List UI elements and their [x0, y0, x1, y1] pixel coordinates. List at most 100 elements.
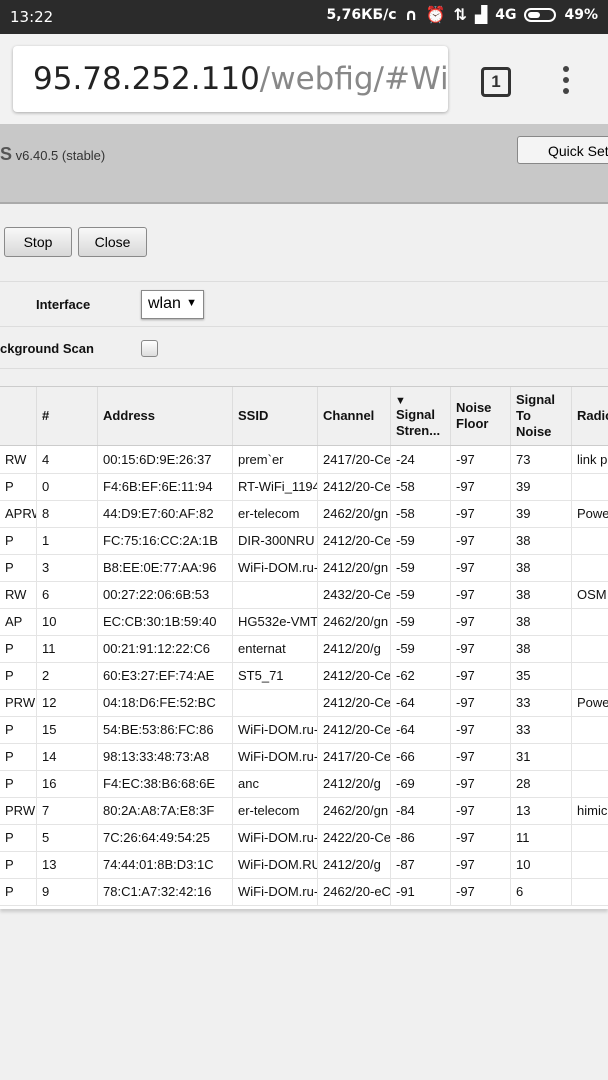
cell-signal-to-noise: 38	[511, 608, 572, 635]
table-row[interactable]: P 3 B8:EE:0E:77:AA:96 WiFi-DOM.ru- 2412/20/g…	[0, 554, 608, 582]
cell-signal-strength: -24	[391, 446, 451, 473]
cell-number: 14	[37, 743, 98, 770]
cell-radio-name: himic	[572, 797, 608, 824]
cell-ssid: er-telecom	[233, 500, 318, 527]
quick-set-button[interactable]: Quick Set	[517, 136, 608, 164]
cell-noise-floor: -97	[451, 797, 511, 824]
table-row[interactable]: P 1 FC:75:16:CC:2A:1B DIR-300NRU 2412/20-Ce -…	[0, 527, 608, 555]
cell-flags: P	[0, 473, 37, 500]
interface-value: wlan	[148, 295, 181, 312]
cell-address: B8:EE:0E:77:AA:96	[98, 554, 233, 581]
table-row[interactable]: P 5 7C:26:64:49:54:25 WiFi-DOM.ru- 2422/20-C…	[0, 824, 608, 852]
signal-icon: ▟	[474, 5, 488, 24]
cell-signal-strength: -91	[391, 878, 451, 905]
cell-signal-to-noise: 38	[511, 581, 572, 608]
col-channel[interactable]: Channel	[318, 387, 391, 445]
divider	[0, 368, 608, 369]
cell-signal-strength: -59	[391, 527, 451, 554]
table-row[interactable]: P 15 54:BE:53:86:FC:86 WiFi-DOM.ru- 2412/20-…	[0, 716, 608, 744]
col-number[interactable]: #	[37, 387, 98, 445]
cell-noise-floor: -97	[451, 473, 511, 500]
table-row[interactable]: PRW 12 04:18:D6:FE:52:BC 2412/20-Ce -64 -97 33…	[0, 689, 608, 717]
divider	[0, 281, 608, 282]
cell-flags: P	[0, 716, 37, 743]
col-address[interactable]: Address	[98, 387, 233, 445]
table-row[interactable]: RW 4 00:15:6D:9E:26:37 prem`er 2417/20-Ce -24…	[0, 446, 608, 474]
cell-channel: 2412/20-Ce	[318, 689, 391, 716]
cell-radio-name	[572, 743, 608, 770]
url-path: /webfig/#Wirel	[259, 61, 448, 97]
close-button[interactable]: Close	[78, 227, 147, 257]
tab-switcher-button[interactable]: 1	[481, 67, 511, 97]
cell-signal-to-noise: 13	[511, 797, 572, 824]
cell-number: 5	[37, 824, 98, 851]
cell-signal-strength: -86	[391, 824, 451, 851]
url-text[interactable]: 95.78.252.110/webfig/#Wirel	[33, 61, 448, 97]
cell-number: 6	[37, 581, 98, 608]
status-time: 13:22	[10, 8, 54, 26]
sort-desc-icon: ▼	[395, 395, 406, 407]
cell-number: 15	[37, 716, 98, 743]
cell-signal-to-noise: 39	[511, 473, 572, 500]
col-radio-name[interactable]: Radio	[572, 387, 608, 445]
table-row[interactable]: P 11 00:21:91:12:22:C6 enternat 2412/20/g -59…	[0, 635, 608, 663]
overflow-menu-icon[interactable]	[560, 66, 572, 100]
table-row[interactable]: P 16 F4:EC:38:B6:68:6E anc 2412/20/g -69 -97 28	[0, 770, 608, 798]
cell-radio-name: Powe	[572, 500, 608, 527]
cell-address: 80:2A:A8:7A:E8:3F	[98, 797, 233, 824]
cell-flags: AP	[0, 608, 37, 635]
col-signal-strength[interactable]: ▼ Signal Stren...	[391, 387, 451, 445]
cell-signal-strength: -87	[391, 851, 451, 878]
cell-signal-to-noise: 33	[511, 716, 572, 743]
col-flags[interactable]	[0, 387, 37, 445]
cell-signal-to-noise: 6	[511, 878, 572, 905]
cell-channel: 2412/20/g	[318, 851, 391, 878]
cell-ssid: ST5_71	[233, 662, 318, 689]
url-bar[interactable]: 95.78.252.110/webfig/#Wirel	[13, 46, 448, 112]
cell-flags: PRW	[0, 797, 37, 824]
cell-signal-to-noise: 38	[511, 554, 572, 581]
cell-signal-to-noise: 73	[511, 446, 572, 473]
cell-number: 12	[37, 689, 98, 716]
cell-signal-to-noise: 38	[511, 527, 572, 554]
table-row[interactable]: P 14 98:13:33:48:73:A8 WiFi-DOM.ru- 2417/20-…	[0, 743, 608, 771]
cell-number: 7	[37, 797, 98, 824]
table-row[interactable]: P 0 F4:6B:EF:6E:11:94 RT-WiFi_1194 2412/20-C…	[0, 473, 608, 501]
table-row[interactable]: RW 6 00:27:22:06:6B:53 2432/20-Ce -59 -97 38 OS…	[0, 581, 608, 609]
cell-address: 60:E3:27:EF:74:AE	[98, 662, 233, 689]
cell-noise-floor: -97	[451, 824, 511, 851]
cell-address: 78:C1:A7:32:42:16	[98, 878, 233, 905]
col-signal-to-noise[interactable]: Signal To Noise	[511, 387, 572, 445]
cell-signal-to-noise: 35	[511, 662, 572, 689]
table-row[interactable]: P 2 60:E3:27:EF:74:AE ST5_71 2412/20-Ce -62 -9…	[0, 662, 608, 690]
network-type: 4G	[495, 7, 517, 23]
status-bar: 13:22 5,76КБ/с ∩ ⏰ ⇅ ▟ 4G 49%	[0, 0, 608, 34]
table-row[interactable]: PRW 7 80:2A:A8:7A:E8:3F er-telecom 2462/20/g…	[0, 797, 608, 825]
cell-number: 10	[37, 608, 98, 635]
cell-signal-to-noise: 11	[511, 824, 572, 851]
table-row[interactable]: P 13 74:44:01:8B:D3:1C WiFi-DOM.RU 2412/20/g…	[0, 851, 608, 879]
stop-button[interactable]: Stop	[4, 227, 72, 257]
cell-number: 13	[37, 851, 98, 878]
table-row[interactable]: AP 10 EC:CB:30:1B:59:40 HG532e-VMT 2462/20/g…	[0, 608, 608, 636]
cell-channel: 2412/20/g	[318, 770, 391, 797]
cell-address: EC:CB:30:1B:59:40	[98, 608, 233, 635]
cell-number: 0	[37, 473, 98, 500]
scan-results-table: # Address SSID Channel ▼ Signal Stren... …	[0, 386, 608, 909]
cell-channel: 2412/20/gn	[318, 554, 391, 581]
cell-flags: P	[0, 662, 37, 689]
col-ssid[interactable]: SSID	[233, 387, 318, 445]
cell-radio-name	[572, 608, 608, 635]
cell-address: 00:21:91:12:22:C6	[98, 635, 233, 662]
interface-select[interactable]: wlan ▼	[141, 290, 204, 319]
table-row[interactable]: APRW844:D9:E7:60:AF:82er-telecom2462/20/…	[0, 500, 608, 528]
cell-channel: 2412/20-Ce	[318, 716, 391, 743]
col-noise-floor[interactable]: Noise Floor	[451, 387, 511, 445]
table-row[interactable]: P 9 78:C1:A7:32:42:16 WiFi-DOM.ru- 2462/20-e…	[0, 878, 608, 906]
cell-signal-strength: -62	[391, 662, 451, 689]
divider	[0, 326, 608, 327]
cell-ssid: anc	[233, 770, 318, 797]
battery-icon	[524, 8, 557, 22]
background-scan-checkbox[interactable]	[141, 340, 158, 357]
cell-signal-strength: -69	[391, 770, 451, 797]
